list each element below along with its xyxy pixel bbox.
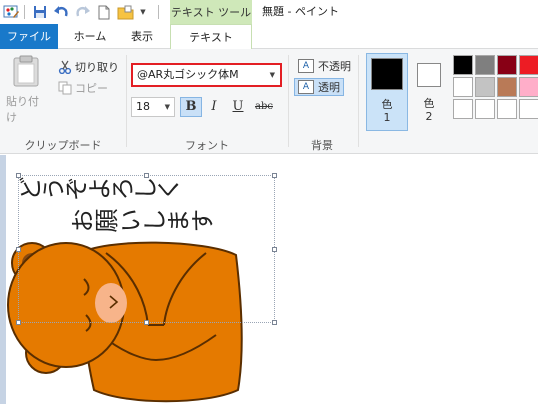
color2-button[interactable]: 色 2 <box>412 53 446 131</box>
resize-handle[interactable] <box>272 320 277 325</box>
palette-swatch[interactable] <box>497 77 517 97</box>
clipboard-icon <box>13 55 39 87</box>
font-family-value: @AR丸ゴシック体M <box>137 68 239 81</box>
resize-handle[interactable] <box>144 173 149 178</box>
color2-swatch <box>417 63 441 87</box>
opaque-label: 不透明 <box>318 60 351 73</box>
copy-label: コピー <box>75 82 108 95</box>
save-icon[interactable] <box>32 3 48 21</box>
title-bar: ▼ テキスト ツール 無題 - ペイント <box>0 0 538 24</box>
background-group-label: 背景 <box>311 139 333 152</box>
palette-swatch[interactable] <box>519 55 538 75</box>
group-separator <box>288 55 289 147</box>
scissors-icon <box>58 60 72 74</box>
tab-file[interactable]: ファイル <box>0 24 58 49</box>
resize-handle[interactable] <box>144 320 149 325</box>
copy-button[interactable]: コピー <box>58 79 108 97</box>
palette-swatch[interactable] <box>453 55 473 75</box>
italic-button[interactable]: I <box>203 97 225 117</box>
palette-swatch[interactable] <box>475 55 495 75</box>
transparent-label: 透明 <box>318 81 340 94</box>
tab-text[interactable]: テキスト <box>170 24 252 50</box>
paint-app-icon[interactable] <box>2 3 20 21</box>
ribbon: 貼り付け 切り取り コピー クリップボード @AR丸ゴシック体M ▼ 18 ▼ … <box>0 49 538 154</box>
color1-label-b: 1 <box>383 111 391 124</box>
folder-icon[interactable] <box>117 3 135 21</box>
color1-label-a: 色 <box>381 98 393 111</box>
chevron-down-icon[interactable]: ▼ <box>270 65 275 85</box>
opaque-option[interactable]: A 不透明 <box>295 57 354 75</box>
resize-handle[interactable] <box>16 173 21 178</box>
context-tab-header: テキスト ツール <box>170 0 252 24</box>
color2-label-b: 2 <box>425 110 433 123</box>
font-group-label: フォント <box>185 139 229 152</box>
strikethrough-button[interactable]: abc <box>251 97 277 117</box>
font-size-value: 18 <box>136 100 150 113</box>
palette-swatch[interactable] <box>475 77 495 97</box>
paste-button[interactable]: 貼り付け <box>6 55 46 125</box>
resize-handle[interactable] <box>16 320 21 325</box>
resize-handle[interactable] <box>16 247 21 252</box>
resize-handle[interactable] <box>272 247 277 252</box>
font-size-select[interactable]: 18 ▼ <box>131 97 175 117</box>
palette-swatch[interactable] <box>497 99 517 119</box>
undo-icon[interactable] <box>53 3 69 21</box>
color-palette <box>452 54 538 120</box>
palette-swatch[interactable] <box>475 99 495 119</box>
redo-icon[interactable] <box>75 3 91 21</box>
font-family-select[interactable]: @AR丸ゴシック体M ▼ <box>131 63 282 87</box>
separator <box>24 5 25 19</box>
paste-label: 貼り付け <box>6 95 39 124</box>
transparent-option[interactable]: A 透明 <box>294 78 344 96</box>
palette-swatch[interactable] <box>519 77 538 97</box>
group-separator <box>358 55 359 147</box>
chevron-down-icon[interactable]: ▼ <box>165 98 170 116</box>
tab-view[interactable]: 表示 <box>122 24 162 49</box>
palette-swatch[interactable] <box>453 77 473 97</box>
customize-dropdown-icon[interactable]: ▼ <box>138 3 148 21</box>
color2-label-a: 色 <box>423 97 435 110</box>
palette-swatch[interactable] <box>453 99 473 119</box>
tab-home[interactable]: ホーム <box>68 24 112 49</box>
separator <box>158 5 159 19</box>
new-document-icon[interactable] <box>97 3 111 21</box>
resize-handle[interactable] <box>272 173 277 178</box>
ribbon-tab-row: ファイル ホーム 表示 テキスト <box>0 24 538 50</box>
color1-swatch <box>371 58 403 90</box>
window-title: 無題 - ペイント <box>262 5 339 18</box>
bold-button[interactable]: B <box>180 97 202 117</box>
copy-icon <box>58 81 72 95</box>
cut-button[interactable]: 切り取り <box>58 58 119 76</box>
color1-button[interactable]: 色 1 <box>366 53 408 131</box>
opaque-icon: A <box>298 59 314 73</box>
group-separator <box>126 55 127 147</box>
palette-swatch[interactable] <box>519 99 538 119</box>
transparent-icon: A <box>298 80 314 94</box>
clipboard-group-label: クリップボード <box>24 139 102 152</box>
underline-button[interactable]: U <box>227 97 249 117</box>
palette-swatch[interactable] <box>497 55 517 75</box>
text-selection-box[interactable] <box>16 173 277 325</box>
cut-label: 切り取り <box>75 61 119 74</box>
